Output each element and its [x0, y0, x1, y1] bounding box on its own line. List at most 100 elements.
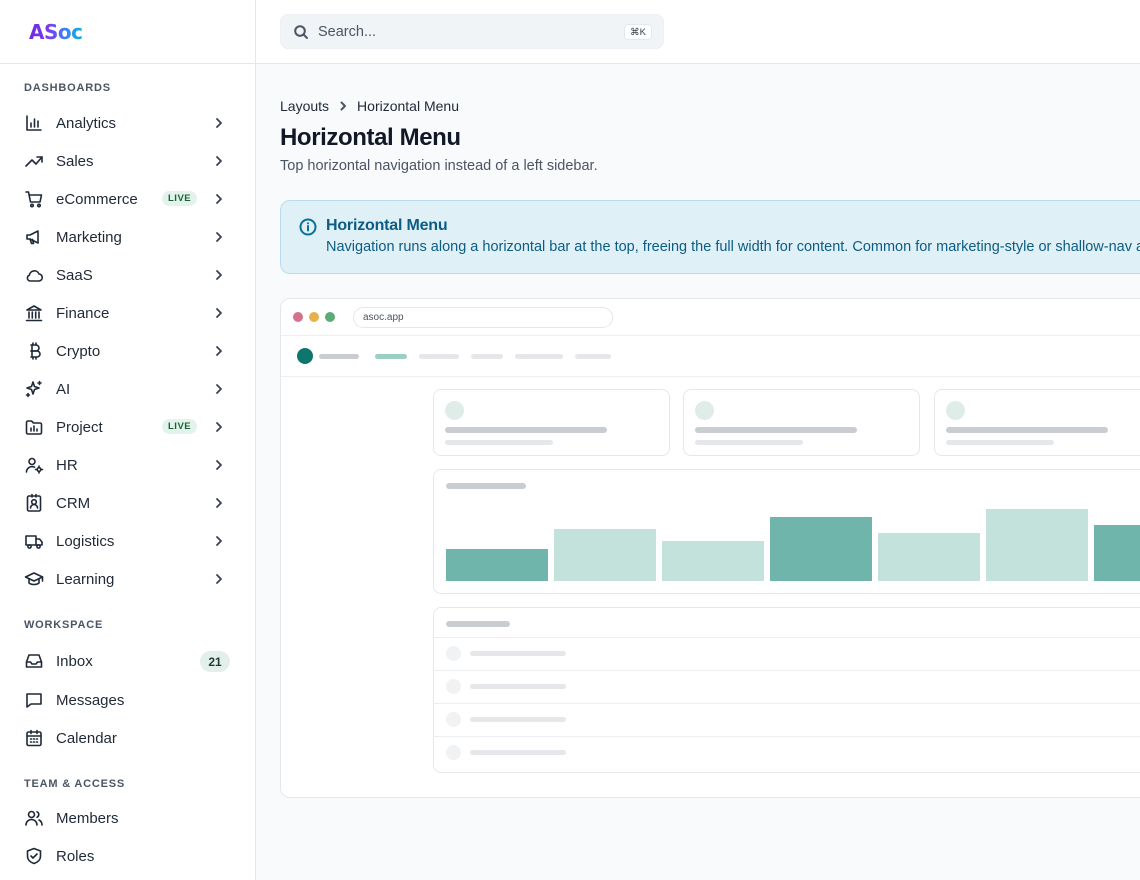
page-title: Horizontal Menu	[280, 124, 461, 151]
preview-kpi-icon	[695, 401, 714, 420]
sidebar-item-label: Learning	[56, 570, 115, 588]
bank-icon	[24, 303, 44, 323]
sidebar-item-members[interactable]: Members	[24, 802, 232, 834]
preview-kpi-icon	[445, 401, 464, 420]
sidebar-item-learning[interactable]: Learning	[24, 563, 232, 595]
sidebar-item-logistics[interactable]: Logistics	[24, 525, 232, 557]
cart-icon	[24, 189, 44, 209]
search-placeholder: Search...	[318, 23, 377, 40]
preview-row-text	[470, 750, 566, 755]
preview-chart-bar	[662, 541, 764, 581]
search-input[interactable]: Search... ⌘K	[280, 14, 664, 49]
preview-table-card	[433, 607, 1140, 773]
chevron-right-icon	[212, 458, 226, 472]
cloud-icon	[24, 265, 44, 285]
preview-kpi-card	[433, 389, 670, 456]
sidebar-item-label: Project	[56, 418, 103, 436]
preview-row-avatar	[446, 646, 461, 661]
sidebar-item-analytics[interactable]: Analytics	[24, 107, 232, 139]
preview-table-divider	[434, 703, 1140, 704]
main-content: Layouts Horizontal Menu Horizontal Menu …	[256, 64, 1140, 880]
sidebar-item-label: Marketing	[56, 228, 122, 246]
sidebar-item-sales[interactable]: Sales	[24, 145, 232, 177]
preview-chart-bar	[986, 509, 1088, 581]
preview-horizontal-nav	[281, 336, 1140, 377]
sidebar-item-label: Sales	[56, 152, 94, 170]
section-label-dashboards: DASHBOARDS	[24, 82, 111, 94]
breadcrumb-current: Horizontal Menu	[357, 98, 459, 114]
live-badge: LIVE	[162, 191, 198, 206]
sidebar-item-label: SaaS	[56, 266, 93, 284]
sidebar-item-messages[interactable]: Messages	[24, 684, 232, 716]
preview-kpi-value	[445, 427, 607, 433]
trending-up-icon	[24, 151, 44, 171]
preview-row-avatar	[446, 745, 461, 760]
breadcrumb: Layouts Horizontal Menu	[280, 98, 459, 114]
sidebar-item-label: Roles	[56, 847, 95, 865]
info-icon	[299, 218, 317, 236]
chevron-right-icon	[212, 268, 226, 282]
search-icon	[293, 24, 309, 40]
preview-chart-bar	[446, 549, 548, 581]
sidebar-item-inbox[interactable]: Inbox 21	[24, 645, 232, 677]
preview-row-text	[470, 717, 566, 722]
sidebar-item-finance[interactable]: Finance	[24, 297, 232, 329]
brand-logo-text: ASoc	[29, 19, 83, 44]
sidebar-item-roles[interactable]: Roles	[24, 840, 232, 872]
user-cog-icon	[24, 455, 44, 475]
shield-check-icon	[24, 846, 44, 866]
section-label-workspace: WORKSPACE	[24, 619, 104, 631]
sidebar-item-label: AI	[56, 380, 71, 398]
sidebar-item-label: eCommerce	[56, 190, 138, 208]
preview-chart-card	[433, 469, 1140, 594]
sidebar-item-crm[interactable]: CRM	[24, 487, 232, 519]
breadcrumb-parent-link[interactable]: Layouts	[280, 98, 329, 114]
contact-card-icon	[24, 493, 44, 513]
preview-nav-item-active	[375, 354, 407, 359]
sidebar-item-saas[interactable]: SaaS	[24, 259, 232, 291]
window-close-dot	[293, 312, 303, 322]
sparkles-icon	[24, 379, 44, 399]
sidebar-item-hr[interactable]: HR	[24, 449, 232, 481]
unread-count-badge: 21	[200, 651, 230, 672]
sidebar-item-calendar[interactable]: Calendar	[24, 722, 232, 754]
preview-kpi-label	[946, 440, 1054, 445]
layout-preview: asoc.app	[280, 298, 1140, 798]
sidebar-item-marketing[interactable]: Marketing	[24, 221, 232, 253]
sidebar-item-label: Inbox	[56, 652, 93, 670]
sidebar-item-crypto[interactable]: Crypto	[24, 335, 232, 367]
info-alert: Horizontal Menu Navigation runs along a …	[280, 200, 1140, 274]
alert-title: Horizontal Menu	[326, 217, 448, 234]
preview-row-text	[470, 684, 566, 689]
preview-nav-item	[471, 354, 503, 359]
preview-chart-title	[446, 483, 526, 489]
sidebar-item-ecommerce[interactable]: eCommerce LIVE	[24, 183, 232, 215]
preview-row-avatar	[446, 679, 461, 694]
logo[interactable]: ASoc	[0, 0, 255, 64]
sidebar-item-ai[interactable]: AI	[24, 373, 232, 405]
preview-row-avatar	[446, 712, 461, 727]
bar-chart-icon	[24, 113, 44, 133]
keyboard-shortcut-hint: ⌘K	[624, 24, 652, 40]
preview-chart-bar	[1094, 525, 1140, 581]
chevron-right-icon	[212, 420, 226, 434]
preview-chart-bar	[554, 529, 656, 581]
preview-table-title	[446, 621, 510, 627]
chevron-right-icon	[212, 572, 226, 586]
sidebar-item-label: CRM	[56, 494, 91, 512]
preview-kpi-card	[683, 389, 920, 456]
preview-chart-bar	[770, 517, 872, 581]
preview-kpi-label	[445, 440, 553, 445]
topbar: Search... ⌘K	[256, 0, 1140, 64]
live-badge: LIVE	[162, 419, 198, 434]
bitcoin-icon	[24, 341, 44, 361]
sidebar-item-label: Crypto	[56, 342, 101, 360]
page-subtitle: Top horizontal navigation instead of a l…	[280, 158, 598, 174]
preview-brand-placeholder	[319, 354, 359, 359]
preview-table-divider	[434, 637, 1140, 638]
sidebar-item-project[interactable]: Project LIVE	[24, 411, 232, 443]
chevron-right-icon	[337, 100, 349, 112]
chevron-right-icon	[212, 192, 226, 206]
alert-text: Navigation runs along a horizontal bar a…	[326, 239, 1140, 255]
preview-kpi-icon	[946, 401, 965, 420]
